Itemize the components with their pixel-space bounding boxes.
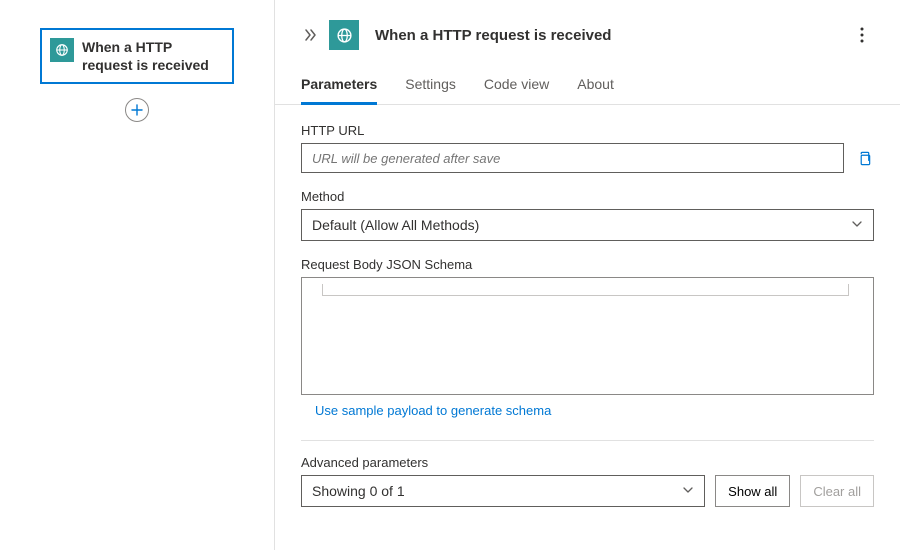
chevron-down-icon: [851, 217, 863, 233]
http-request-icon: [329, 20, 359, 50]
http-request-icon: [50, 38, 74, 62]
schema-textarea[interactable]: [301, 277, 874, 395]
copy-url-button[interactable]: [854, 143, 874, 173]
details-panel: When a HTTP request is received Paramete…: [275, 0, 900, 550]
use-sample-payload-link[interactable]: Use sample payload to generate schema: [301, 403, 551, 418]
http-url-label: HTTP URL: [301, 123, 874, 138]
tab-code-view[interactable]: Code view: [484, 66, 549, 105]
canvas-area: When a HTTP request is received: [0, 0, 275, 550]
divider: [301, 440, 874, 441]
panel-title: When a HTTP request is received: [369, 27, 840, 44]
method-select[interactable]: Default (Allow All Methods): [301, 209, 874, 241]
http-url-input[interactable]: [301, 143, 844, 173]
collapse-panel-icon[interactable]: [301, 26, 319, 44]
advanced-params-value: Showing 0 of 1: [312, 483, 682, 499]
advanced-params-label: Advanced parameters: [301, 455, 874, 470]
add-step-button[interactable]: [125, 98, 149, 122]
tab-parameters[interactable]: Parameters: [301, 66, 377, 105]
tab-bar: Parameters Settings Code view About: [275, 66, 900, 105]
clear-all-button: Clear all: [800, 475, 874, 507]
schema-label: Request Body JSON Schema: [301, 257, 874, 272]
trigger-node[interactable]: When a HTTP request is received: [40, 28, 234, 84]
method-label: Method: [301, 189, 874, 204]
method-value: Default (Allow All Methods): [312, 217, 851, 233]
tab-about[interactable]: About: [577, 66, 614, 105]
trigger-node-title: When a HTTP request is received: [82, 38, 224, 74]
chevron-down-icon: [682, 483, 694, 499]
show-all-button[interactable]: Show all: [715, 475, 790, 507]
tab-settings[interactable]: Settings: [405, 66, 456, 105]
panel-header: When a HTTP request is received: [275, 0, 900, 66]
advanced-params-select[interactable]: Showing 0 of 1: [301, 475, 705, 507]
panel-body: HTTP URL Method Default (Allow All Metho…: [275, 105, 900, 550]
more-menu-button[interactable]: [850, 23, 874, 47]
